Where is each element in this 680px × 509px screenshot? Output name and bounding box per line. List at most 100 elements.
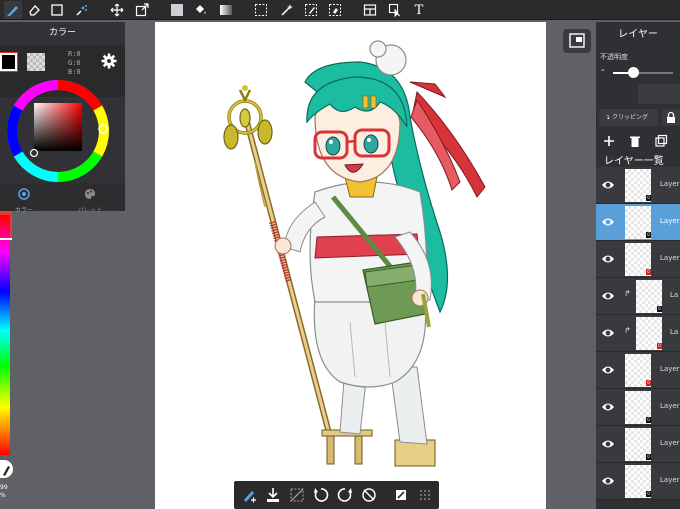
layer-row[interactable]: ↱ 0 La: [596, 315, 680, 352]
hue-slider[interactable]: [0, 215, 10, 455]
rgb-readout: R:0 G:0 B:0: [68, 50, 81, 77]
select-eraser-tool-icon[interactable]: [326, 1, 344, 19]
layer-name: Layer: [660, 402, 680, 410]
blur-tool-icon[interactable]: [73, 1, 91, 19]
brush-size-unit: %: [0, 492, 6, 499]
bucket-tool-icon[interactable]: [191, 1, 209, 19]
visibility-eye-icon[interactable]: [601, 438, 615, 450]
layer-panel-title: レイヤー: [618, 29, 658, 40]
lock-icon: [667, 111, 675, 123]
layer-row[interactable]: 0 Layer: [596, 389, 680, 426]
navigator-toggle-button[interactable]: [563, 29, 591, 53]
opacity-slider-handle[interactable]: [628, 67, 639, 78]
opacity-slider[interactable]: [613, 72, 673, 74]
layer-badge: 0: [646, 195, 651, 201]
visibility-eye-icon[interactable]: [601, 290, 615, 302]
select-tool-icon[interactable]: [252, 1, 270, 19]
visibility-eye-icon[interactable]: [601, 253, 615, 265]
gradient-tool-icon[interactable]: [217, 1, 235, 19]
clipping-button[interactable]: ↴ クリッピング: [599, 109, 658, 126]
tab-color[interactable]: カラー: [4, 185, 44, 214]
palette-icon: [85, 189, 95, 199]
opacity-minus-button[interactable]: -: [601, 65, 605, 76]
fill-color-tool-icon[interactable]: [168, 1, 186, 19]
blend-mode-button[interactable]: [638, 84, 680, 104]
layer-badge: 0: [657, 343, 662, 349]
import-icon[interactable]: [264, 486, 282, 504]
opacity-label: 不透明度: [600, 53, 628, 61]
layer-name: Layer: [660, 217, 680, 225]
layer-name: La: [670, 328, 679, 336]
layer-row[interactable]: 0 Layer: [596, 352, 680, 389]
rgb-r-value: R:0: [68, 50, 81, 58]
visibility-eye-icon[interactable]: [601, 179, 615, 191]
delete-layer-icon[interactable]: [628, 134, 642, 148]
visibility-eye-icon[interactable]: [601, 401, 615, 413]
clipping-mark-icon: ↱: [624, 289, 631, 298]
layer-badge: 0: [646, 491, 651, 497]
layer-panel: レイヤー 不透明度 - ↴ クリッピング レイヤー一覧 0 Layer 0 Layer…: [596, 22, 680, 509]
layer-name: Layer: [660, 439, 680, 447]
drawing-canvas[interactable]: [155, 22, 546, 509]
clipping-mark-icon: ↱: [624, 326, 631, 335]
layer-row[interactable]: 0 Layer: [596, 463, 680, 500]
brush-snap-icon[interactable]: [240, 486, 258, 504]
bottom-toolbar: [234, 481, 439, 509]
layer-name: Layer: [660, 180, 680, 188]
layer-actions-row: [596, 134, 680, 152]
undo-icon[interactable]: [312, 486, 330, 504]
hue-slider-handle[interactable]: [0, 238, 12, 240]
visibility-eye-icon[interactable]: [601, 475, 615, 487]
layer-row[interactable]: 0 Layer: [596, 167, 680, 204]
character-illustration: [223, 40, 486, 467]
navigator-icon: [569, 33, 585, 48]
color-panel-title: カラー: [48, 28, 76, 38]
layer-row[interactable]: 0 Layer: [596, 426, 680, 463]
layer-row[interactable]: ↱ 0 La: [596, 278, 680, 315]
brush-size-readout: 99 %: [0, 484, 8, 500]
frame-tool-icon[interactable]: [361, 1, 379, 19]
gear-icon[interactable]: [101, 53, 117, 69]
clipping-label: クリッピング: [611, 114, 648, 121]
material-icon[interactable]: [392, 486, 410, 504]
background-color-swatch[interactable]: [27, 53, 45, 71]
layer-badge: 0: [646, 454, 651, 460]
duplicate-layer-icon[interactable]: [654, 134, 668, 148]
tab-palette[interactable]: パレット: [70, 185, 110, 214]
rgb-g-value: G:0: [68, 59, 81, 67]
layer-name: Layer: [660, 476, 680, 484]
add-layer-icon[interactable]: [602, 134, 616, 148]
move-tool-icon[interactable]: [108, 1, 126, 19]
layer-row[interactable]: 0 Layer: [596, 241, 680, 278]
brush-preview-button[interactable]: [0, 460, 13, 478]
layer-badge: 0: [646, 232, 651, 238]
lock-button[interactable]: [662, 109, 680, 126]
hand-tool-icon[interactable]: [360, 486, 378, 504]
visibility-eye-icon[interactable]: [601, 216, 615, 228]
operation-tool-icon[interactable]: [386, 1, 404, 19]
color-panel-tabs: カラー パレット: [0, 183, 125, 214]
layer-list-title: レイヤー一覧: [604, 156, 664, 167]
deselect-icon[interactable]: [288, 486, 306, 504]
layer-name: Layer: [660, 254, 680, 262]
visibility-eye-icon[interactable]: [601, 364, 615, 376]
more-menu-icon[interactable]: [416, 486, 434, 504]
transform-tool-icon[interactable]: [133, 1, 151, 19]
text-tool-icon[interactable]: T: [410, 1, 428, 19]
tab-palette-label: パレット: [77, 207, 102, 214]
redo-icon[interactable]: [336, 486, 354, 504]
magic-wand-tool-icon[interactable]: [278, 1, 296, 19]
layer-name: Layer: [660, 365, 680, 373]
eraser-tool-icon[interactable]: [25, 1, 43, 19]
foreground-color-swatch[interactable]: [0, 52, 18, 72]
visibility-eye-icon[interactable]: [601, 327, 615, 339]
brush-tool-icon[interactable]: [4, 1, 22, 19]
select-pen-tool-icon[interactable]: [302, 1, 320, 19]
layer-badge: 0: [646, 417, 651, 423]
color-wheel[interactable]: [6, 79, 110, 183]
layer-name: La: [670, 291, 679, 299]
layer-row[interactable]: 0 Layer: [596, 204, 680, 241]
layer-badge: 0: [657, 306, 662, 312]
rgb-b-value: B:0: [68, 68, 81, 76]
shape-tool-icon[interactable]: [48, 1, 66, 19]
